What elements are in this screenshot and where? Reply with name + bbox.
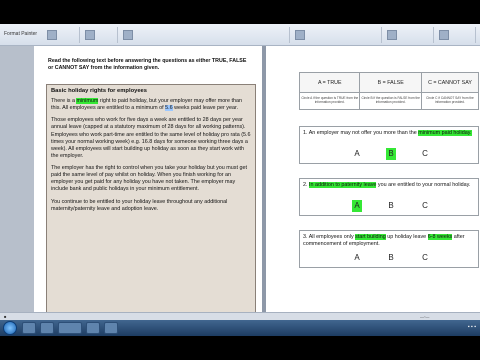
- question-2: 2. In addition to paternity leave you ar…: [299, 178, 479, 216]
- editing-group[interactable]: [436, 27, 476, 43]
- question-3-run-2: up holiday leave: [385, 234, 428, 240]
- question-3-options: A B C: [300, 252, 480, 264]
- question-3: 3. All employees only start building up …: [299, 230, 479, 268]
- zoom-slider-icon[interactable]: —◦—: [420, 314, 429, 319]
- paragraph-2-run-0: Those employees who work for five days a…: [51, 117, 251, 159]
- document-background: [0, 46, 34, 312]
- page-indicator-icon: ■: [4, 314, 7, 319]
- paragraph-1-run-4: weeks paid leave per year.: [172, 105, 238, 112]
- key-desc-true: Circle A if the question is TRUE from th…: [298, 92, 361, 110]
- styles-gallery[interactable]: [292, 27, 382, 43]
- question-1-text: 1. An employer may not offer you more th…: [303, 130, 477, 137]
- passage-paragraph-4: You continue to be entitled to your holi…: [51, 199, 251, 213]
- styles-icon: [123, 30, 133, 40]
- question-3-option-b[interactable]: B: [386, 252, 396, 264]
- paragraph-4-run-0: You continue to be entitled to your holi…: [51, 198, 228, 212]
- paragraph-1-run-1: minimum: [76, 98, 99, 104]
- letterbox-bottom: [0, 336, 480, 360]
- question-3-option-c[interactable]: C: [420, 252, 430, 264]
- paragraph-3-run-0: The employer has the right to control wh…: [51, 165, 247, 193]
- question-3-text: 3. All employees only start building up …: [303, 234, 477, 249]
- question-1-run-0: 1. An employer may not offer you more th…: [303, 130, 419, 136]
- question-1-option-a[interactable]: A: [352, 148, 362, 160]
- key-header-cannot-say: C = CANNOT SAY: [420, 72, 480, 93]
- key-header-true: A = TRUE: [298, 72, 361, 93]
- question-1-run-1: minimum paid holiday.: [418, 130, 472, 136]
- question-1-options: A B C: [300, 148, 480, 160]
- system-tray-icon: ▪ ▪ ▪: [467, 324, 476, 330]
- font-icon: [47, 30, 57, 40]
- question-2-run-2: you are entitled to your normal holiday.: [376, 182, 471, 188]
- styles-group[interactable]: [120, 27, 290, 43]
- taskbar-media-icon[interactable]: [40, 322, 54, 334]
- taskbar: ▪ ▪ ▪: [0, 320, 480, 336]
- taskbar-firefox-icon[interactable]: [86, 322, 100, 334]
- letterbox-top: [0, 0, 480, 24]
- document-page-1[interactable]: Read the following text before answering…: [34, 46, 262, 332]
- question-3-run-1: start building: [355, 234, 386, 240]
- key-desc-cannot-say: Circle C if CANNOT SAY from the informat…: [420, 92, 480, 110]
- taskbar-chrome-icon[interactable]: [104, 322, 118, 334]
- video-frame: Format Painter Read the following text b…: [0, 0, 480, 360]
- change-styles-icon: [387, 30, 397, 40]
- passage-title: Basic holiday rights for employees: [51, 88, 147, 94]
- question-2-text: 2. In addition to paternity leave you ar…: [303, 182, 477, 189]
- key-header-false: B = FALSE: [359, 72, 422, 93]
- question-1-option-c[interactable]: C: [420, 148, 430, 160]
- question-2-option-c[interactable]: C: [420, 200, 430, 212]
- taskbar-word-icon[interactable]: [58, 322, 82, 334]
- passage-paragraph-2: Those employees who work for five days a…: [51, 117, 251, 160]
- passage-paragraph-3: The employer has the right to control wh…: [51, 165, 251, 194]
- question-2-options: A B C: [300, 200, 480, 212]
- ribbon-toolbar: Format Painter: [0, 24, 480, 46]
- question-2-option-a[interactable]: A: [352, 200, 362, 212]
- passage-box: Basic holiday rights for employees There…: [46, 84, 256, 332]
- question-2-run-1: In addition to paternity leave: [309, 182, 377, 188]
- status-bar: ■ —◦—: [0, 312, 480, 320]
- quick-styles-icon: [295, 30, 305, 40]
- key-desc-false: Circle B if the question is FALSE from t…: [359, 92, 422, 110]
- question-1-option-b[interactable]: B: [386, 148, 396, 160]
- instructions-text: Read the following text before answering…: [48, 58, 247, 72]
- paragraph-1-run-0: There is a: [51, 98, 77, 104]
- paragraph-1-run-3: 5.6: [165, 105, 173, 112]
- passage-paragraph-1: There is a minimum right to paid holiday…: [51, 98, 251, 112]
- paragraph-icon: [85, 30, 95, 40]
- question-3-run-3: 6-8 weeks: [427, 234, 453, 240]
- paragraph-group[interactable]: [82, 27, 118, 43]
- taskbar-explorer-icon[interactable]: [22, 322, 36, 334]
- start-button[interactable]: [3, 321, 17, 335]
- font-group[interactable]: [44, 27, 80, 43]
- answer-key-table: A = TRUE B = FALSE C = CANNOT SAY Circle…: [298, 72, 480, 110]
- format-painter-button[interactable]: Format Painter: [4, 31, 37, 37]
- question-2-option-b[interactable]: B: [386, 200, 396, 212]
- change-styles-group[interactable]: [384, 27, 434, 43]
- question-1: 1. An employer may not offer you more th…: [299, 126, 479, 164]
- find-icon: [439, 30, 449, 40]
- passage-body: There is a minimum right to paid holiday…: [51, 98, 251, 213]
- question-3-option-a[interactable]: A: [352, 252, 362, 264]
- question-3-run-0: 3. All employees only: [303, 234, 356, 240]
- document-page-2[interactable]: A = TRUE B = FALSE C = CANNOT SAY Circle…: [266, 46, 480, 312]
